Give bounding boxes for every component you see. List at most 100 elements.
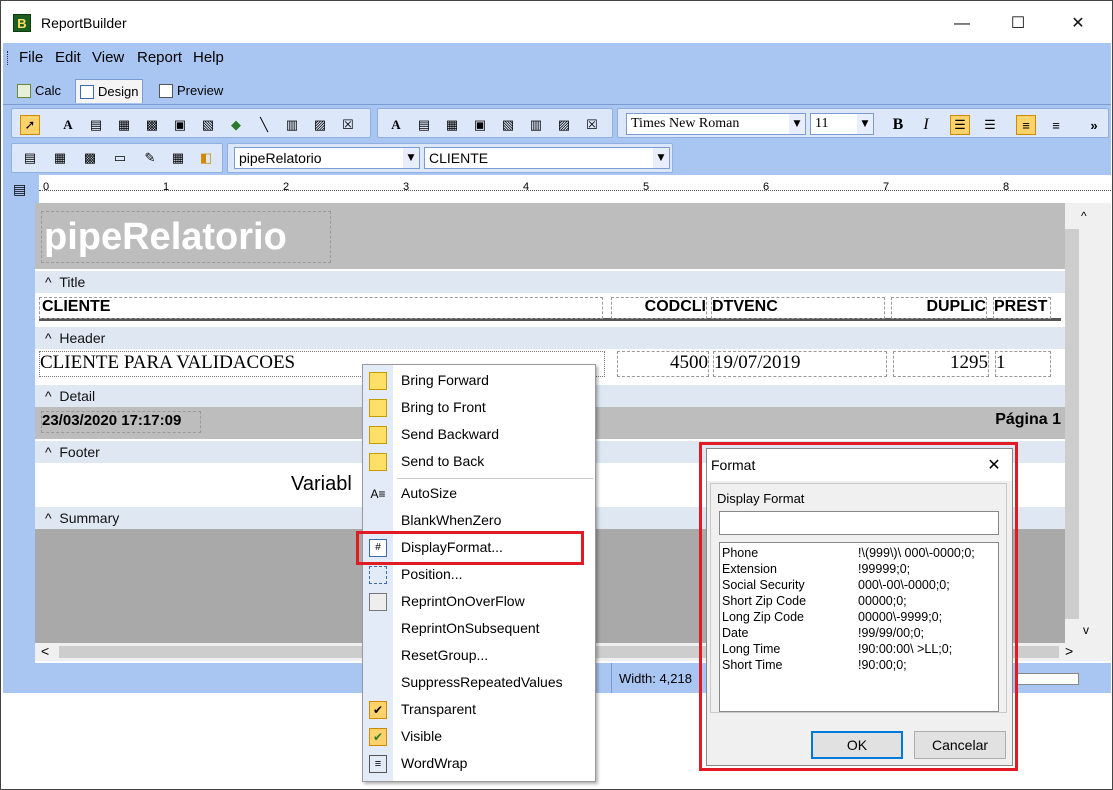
format-row-long-zip[interactable]: Long Zip Code 00000\-9999;0; <box>720 609 998 625</box>
minimize-button[interactable]: — <box>939 5 985 43</box>
page-break-tool-icon[interactable]: ▭ <box>110 148 130 168</box>
detail-dtvenc[interactable]: 19/07/2019 <box>713 351 887 377</box>
scroll-up-icon[interactable]: ^ <box>1081 209 1087 223</box>
dbchart-tool-icon[interactable]: ▨ <box>554 115 574 135</box>
scroll-down-icon[interactable]: v <box>1083 623 1089 637</box>
menu-file[interactable]: File <box>19 49 43 66</box>
dbtext-tool-icon[interactable]: ▤ <box>414 115 434 135</box>
ruler-units-icon[interactable]: ▤ <box>13 181 29 197</box>
header-dtvenc[interactable]: DTVENC <box>711 297 885 319</box>
subreport-tool-icon[interactable]: ▦ <box>50 148 70 168</box>
font-name-combo[interactable]: Times New Roman ▼ <box>626 113 806 135</box>
systemvar-tool-icon[interactable]: ▩ <box>142 115 162 135</box>
footer-datetime[interactable]: 23/03/2020 17:17:09 <box>41 411 201 433</box>
format-row-social-security[interactable]: Social Security 000\-00\-0000;0; <box>720 577 998 593</box>
crosstab-tool-icon[interactable]: ▩ <box>80 148 100 168</box>
menu-reset-group[interactable]: ResetGroup... <box>363 642 595 669</box>
line-tool-icon[interactable]: ╲ <box>254 115 274 135</box>
header-codcli[interactable]: CODCLI <box>611 297 707 319</box>
menu-wordwrap[interactable]: ≡ WordWrap <box>363 750 595 777</box>
menu-edit[interactable]: Edit <box>55 49 81 66</box>
format-row-extension[interactable]: Extension !99999;0; <box>720 561 998 577</box>
align-top-icon[interactable]: ≡ <box>1016 115 1036 135</box>
title-label[interactable]: pipeRelatorio <box>41 211 331 263</box>
region-tool-icon[interactable]: ▤ <box>20 148 40 168</box>
checkbox-tool-icon[interactable]: ☒ <box>338 115 358 135</box>
menu-transparent[interactable]: ✔ Transparent <box>363 696 595 723</box>
label-tool-icon[interactable]: A <box>58 115 78 135</box>
align-bottom-icon[interactable]: ≡ <box>1046 115 1066 135</box>
pen-tool-icon[interactable]: ✎ <box>140 148 160 168</box>
dbmemo-tool-icon[interactable]: ▦ <box>442 115 462 135</box>
format-row-short-time[interactable]: Short Time !90:00;0; <box>720 657 998 673</box>
scroll-right-icon[interactable]: > <box>1065 643 1073 659</box>
select-arrow-icon[interactable]: ➚ <box>20 115 40 135</box>
format-row-short-zip[interactable]: Short Zip Code 00000;0; <box>720 593 998 609</box>
menu-send-backward[interactable]: Send Backward <box>363 421 595 448</box>
maximize-button[interactable]: ☐ <box>995 5 1041 43</box>
barcode-tool-icon[interactable]: ▥ <box>282 115 302 135</box>
toolbar-overflow-icon[interactable]: » <box>1084 115 1104 135</box>
table-tool-icon[interactable]: ▦ <box>168 148 188 168</box>
menu-bring-forward[interactable]: Bring Forward <box>363 367 595 394</box>
header-duplic[interactable]: DUPLIC <box>891 297 987 319</box>
chart-tool-icon[interactable]: ▨ <box>310 115 330 135</box>
menu-suppress-repeated[interactable]: SuppressRepeatedValues <box>363 669 595 696</box>
dbbarcode-tool-icon[interactable]: ▥ <box>526 115 546 135</box>
cancel-button[interactable]: Cancelar <box>914 731 1006 759</box>
menu-reprint-on-subsequent[interactable]: ReprintOnSubsequent <box>363 615 595 642</box>
menu-visible[interactable]: ✔ Visible <box>363 723 595 750</box>
tab-design[interactable]: Design <box>75 79 144 103</box>
variable-tool-icon[interactable]: ▣ <box>170 115 190 135</box>
title-band[interactable]: pipeRelatorio <box>35 203 1065 269</box>
tab-calc[interactable]: Calc <box>13 79 65 103</box>
detail-prest[interactable]: 1 <box>995 351 1051 377</box>
bold-button[interactable]: B <box>888 115 908 135</box>
format-row-phone[interactable]: Phone !\(999\)\ 000\-0000;0; <box>720 545 998 561</box>
format-row-date[interactable]: Date !99/99/00;0; <box>720 625 998 641</box>
tab-preview[interactable]: Preview <box>155 79 227 103</box>
menu-bring-to-front[interactable]: Bring to Front <box>363 394 595 421</box>
align-right-icon[interactable]: ☰ <box>980 115 1000 135</box>
menu-help[interactable]: Help <box>193 49 224 66</box>
menu-reprint-on-overflow[interactable]: ReprintOnOverFlow <box>363 588 595 615</box>
scroll-thumb[interactable] <box>1065 229 1079 619</box>
format-row-long-time[interactable]: Long Time !90:00:00\ >LL;0; <box>720 641 998 657</box>
close-button[interactable]: ✕ <box>1055 5 1101 43</box>
align-left-icon[interactable]: ☰ <box>950 115 970 135</box>
detail-duplic[interactable]: 1295 <box>893 351 989 377</box>
dbimage-tool-icon[interactable]: ▧ <box>498 115 518 135</box>
memo-tool-icon[interactable]: ▤ <box>86 115 106 135</box>
menu-view[interactable]: View <box>92 49 124 66</box>
dbrichtext-tool-icon[interactable]: ▣ <box>470 115 490 135</box>
close-icon[interactable]: ✕ <box>982 455 1006 475</box>
header-band[interactable]: CLIENTE CODCLI DTVENC DUPLIC PREST <box>35 293 1065 325</box>
richtext-tool-icon[interactable]: ▦ <box>114 115 134 135</box>
font-size-combo[interactable]: 11 ▼ <box>810 113 874 135</box>
menu-report[interactable]: Report <box>137 49 182 66</box>
dbcheckbox-tool-icon[interactable]: ☒ <box>582 115 602 135</box>
field-combo[interactable]: CLIENTE ▼ <box>424 147 670 169</box>
vertical-scrollbar[interactable]: ^ v <box>1065 203 1111 643</box>
menu-send-to-back[interactable]: Send to Back <box>363 448 595 475</box>
title-band-label[interactable]: ^ Title <box>35 271 1065 293</box>
folder-tool-icon[interactable]: ◧ <box>196 148 216 168</box>
format-list[interactable]: Phone !\(999\)\ 000\-0000;0; Extension !… <box>719 542 999 712</box>
header-prest[interactable]: PREST <box>993 297 1051 319</box>
display-format-input[interactable] <box>719 511 999 535</box>
scroll-left-icon[interactable]: < <box>41 643 49 659</box>
header-band-label[interactable]: ^ Header <box>35 327 1065 349</box>
italic-button[interactable]: I <box>916 115 936 135</box>
menu-position[interactable]: Position... <box>363 561 595 588</box>
summary-variable[interactable]: Variabl <box>291 473 371 499</box>
dblabel-tool-icon[interactable]: A <box>386 115 406 135</box>
menu-autosize[interactable]: A≡ AutoSize <box>363 480 595 507</box>
shape-tool-icon[interactable]: ◆ <box>226 115 246 135</box>
image-tool-icon[interactable]: ▧ <box>198 115 218 135</box>
footer-page[interactable]: Página 1 <box>975 411 1061 433</box>
pipeline-combo[interactable]: pipeRelatorio ▼ <box>234 147 420 169</box>
header-cliente[interactable]: CLIENTE <box>39 297 603 319</box>
menu-blank-when-zero[interactable]: BlankWhenZero <box>363 507 595 534</box>
detail-codcli[interactable]: 4500 <box>617 351 709 377</box>
ok-button[interactable]: OK <box>811 731 903 759</box>
